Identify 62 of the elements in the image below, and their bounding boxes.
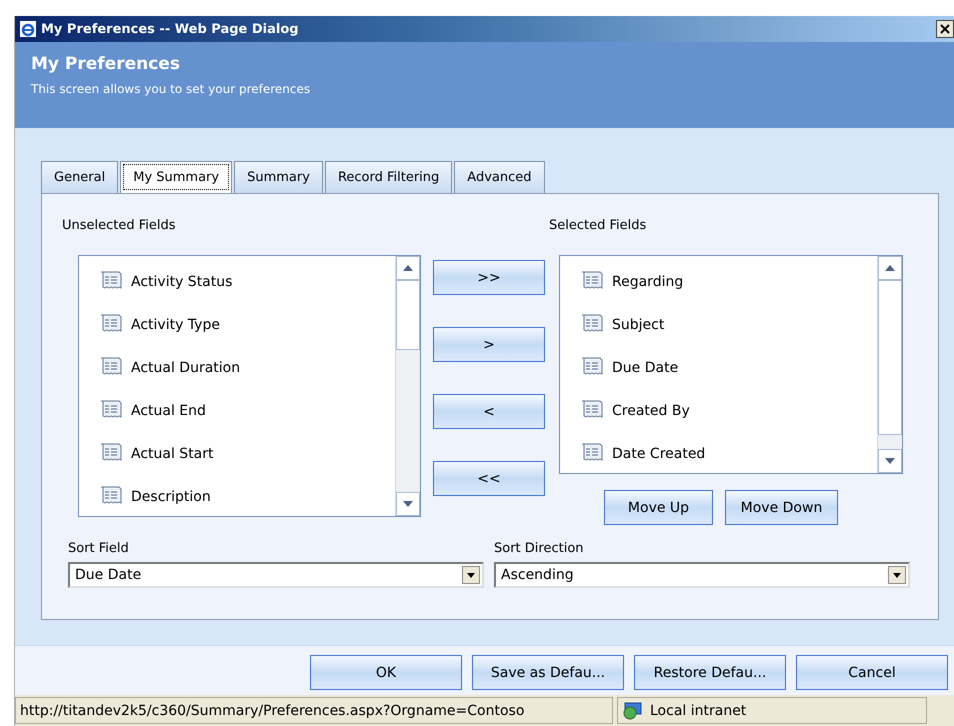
field-item[interactable]: Description: [131, 489, 211, 505]
scroll-down-icon[interactable]: [403, 501, 413, 507]
field-icon: [580, 270, 604, 290]
header-subtitle: This screen allows you to set your preferences: [31, 82, 310, 96]
tab[interactable]: My Summary: [120, 161, 232, 193]
field-icon: [99, 485, 123, 505]
sort-dropdown[interactable]: Due Date: [68, 562, 484, 588]
dialog-button[interactable]: OK: [310, 655, 462, 690]
field-icon: [99, 399, 123, 419]
sort-label: Sort Direction: [494, 541, 585, 556]
caret-icon: [893, 572, 901, 578]
field-item[interactable]: Subject: [612, 317, 664, 333]
scroll-up-icon[interactable]: [403, 265, 413, 271]
transfer-button[interactable]: <<: [433, 461, 545, 496]
field-item[interactable]: Actual Duration: [131, 360, 240, 376]
field-item[interactable]: Activity Status: [131, 274, 232, 290]
field-icon: [580, 313, 604, 333]
status-url: http://titandev2k5/c360/Summary/Preferences.aspx?Orgname=Contoso: [15, 697, 613, 724]
field-icon: [580, 399, 604, 419]
field-icon: [99, 442, 123, 462]
order-button[interactable]: Move Down: [725, 490, 838, 525]
field-icon: [580, 356, 604, 376]
field-item[interactable]: Regarding: [612, 274, 684, 290]
field-item[interactable]: Actual End: [131, 403, 206, 419]
transfer-button[interactable]: >: [433, 327, 545, 362]
window-title: My Preferences -- Web Page Dialog: [41, 22, 300, 36]
globe-icon: [622, 700, 644, 720]
list-label: Selected Fields: [549, 218, 648, 233]
field-icon: [99, 313, 123, 333]
zone-text: Local intranet: [650, 702, 746, 718]
field-item[interactable]: Due Date: [612, 360, 678, 376]
scroll-up-icon[interactable]: [885, 265, 895, 271]
order-button[interactable]: Move Up: [604, 490, 713, 525]
browser-icon: [19, 20, 37, 38]
field-list[interactable]: Activity Status Activity Type Actual Duration Actual End Actual Start Description: [78, 255, 421, 517]
list-label: Unselected Fields: [62, 218, 177, 233]
field-icon: [580, 442, 604, 462]
close-button[interactable]: [936, 20, 954, 38]
dialog-button[interactable]: Cancel: [796, 655, 948, 690]
sort-label: Sort Field: [68, 541, 130, 556]
field-icon: [99, 356, 123, 376]
scrollbar[interactable]: [877, 256, 902, 473]
transfer-button[interactable]: >>: [433, 260, 545, 295]
scrollbar[interactable]: [395, 256, 420, 516]
field-item[interactable]: Actual Start: [131, 446, 214, 462]
header-title: My Preferences: [31, 54, 180, 74]
tab[interactable]: Advanced: [454, 161, 545, 193]
sort-dropdown[interactable]: Ascending: [494, 562, 910, 588]
tab[interactable]: General: [41, 161, 118, 193]
field-item[interactable]: Activity Type: [131, 317, 220, 333]
field-item[interactable]: Date Created: [612, 446, 706, 462]
dialog-button[interactable]: Save as Defau...: [472, 655, 624, 690]
field-icon: [99, 270, 123, 290]
field-list[interactable]: Regarding Subject Due Date Created By Date Created: [559, 255, 903, 474]
transfer-button[interactable]: <: [433, 394, 545, 429]
tab[interactable]: Record Filtering: [324, 161, 452, 193]
close-icon: [940, 24, 950, 34]
dialog-button[interactable]: Restore Defau...: [634, 655, 786, 690]
field-item[interactable]: Created By: [612, 403, 690, 419]
scroll-down-icon[interactable]: [885, 458, 895, 464]
tab[interactable]: Summary: [234, 161, 323, 193]
caret-icon: [467, 572, 475, 578]
